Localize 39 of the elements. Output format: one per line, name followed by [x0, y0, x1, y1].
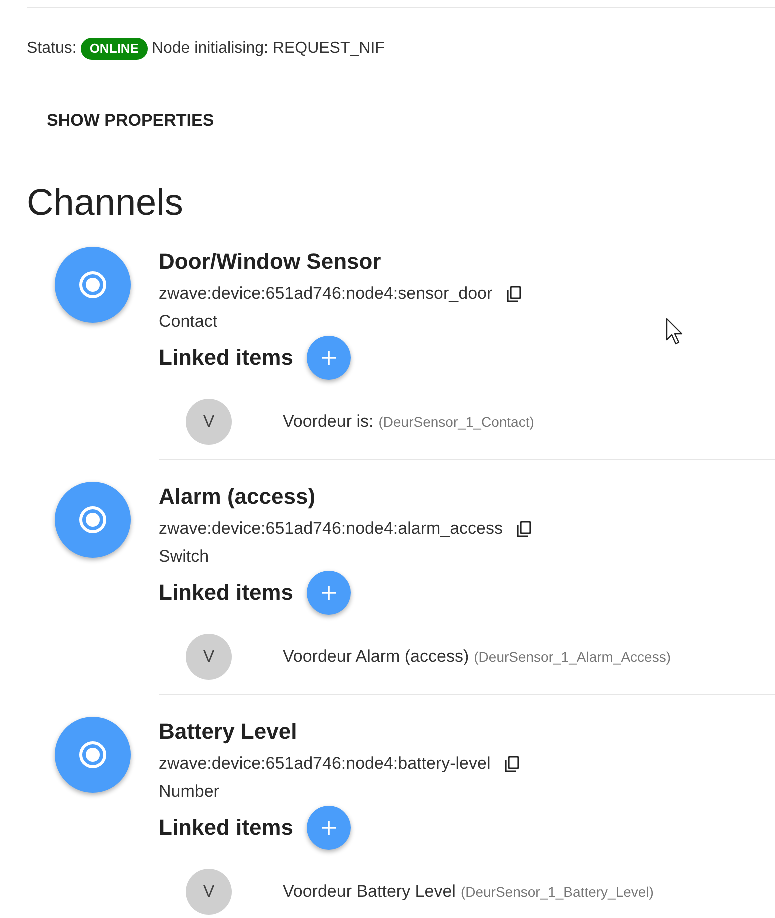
add-button[interactable] [307, 336, 352, 380]
channel-type: Contact [159, 311, 218, 333]
status-label: Status: [27, 39, 77, 59]
linked-items-heading: Linked items [159, 815, 294, 841]
channel-type: Number [159, 781, 220, 803]
channel-type: Switch [159, 546, 210, 568]
item-id: (DeurSensor_1_Battery_Level) [460, 884, 654, 900]
linked-items-heading: Linked items [159, 580, 294, 606]
channel-title: Door/Window Sensor [159, 248, 382, 276]
item-name[interactable]: Voordeur Alarm (access) [283, 647, 470, 667]
plus-icon [320, 584, 338, 602]
item-id: (DeurSensor_1_Contact) [378, 414, 534, 430]
channel-icon [55, 482, 131, 558]
linked-items-heading: Linked items [159, 345, 294, 371]
channel-icon [55, 247, 131, 323]
online-badge: ONLINE [80, 38, 148, 60]
item-id: (DeurSensor_1_Alarm_Access) [474, 649, 671, 665]
copy-icon[interactable] [504, 756, 520, 772]
plus-icon [320, 819, 338, 837]
item-avatar: V [186, 634, 232, 680]
plus-icon [320, 349, 338, 367]
add-button[interactable] [307, 571, 352, 615]
channel-title: Battery Level [159, 718, 298, 746]
show-properties-button[interactable]: SHOW PROPERTIES [31, 103, 230, 139]
add-button[interactable] [307, 806, 352, 850]
item-name[interactable]: Voordeur Battery Level [283, 882, 456, 902]
channel-uid: zwave:device:651ad746:node4:battery-level [159, 754, 491, 774]
channel-icon [55, 717, 131, 793]
copy-icon[interactable] [517, 520, 532, 538]
channel-uid: zwave:device:651ad746:node4:alarm_access [159, 519, 504, 539]
section-heading: Channels [27, 181, 184, 225]
channel-title: Alarm (access) [159, 483, 317, 511]
status-detail: Node initialising: REQUEST_NIF [152, 39, 385, 59]
item-avatar: V [186, 869, 232, 915]
mouse-pointer-icon [666, 318, 684, 346]
item-name[interactable]: Voordeur is: [283, 412, 374, 432]
copy-icon[interactable] [506, 286, 522, 302]
item-avatar: V [186, 399, 232, 445]
channel-uid: zwave:device:651ad746:node4:sensor_door [159, 284, 493, 304]
